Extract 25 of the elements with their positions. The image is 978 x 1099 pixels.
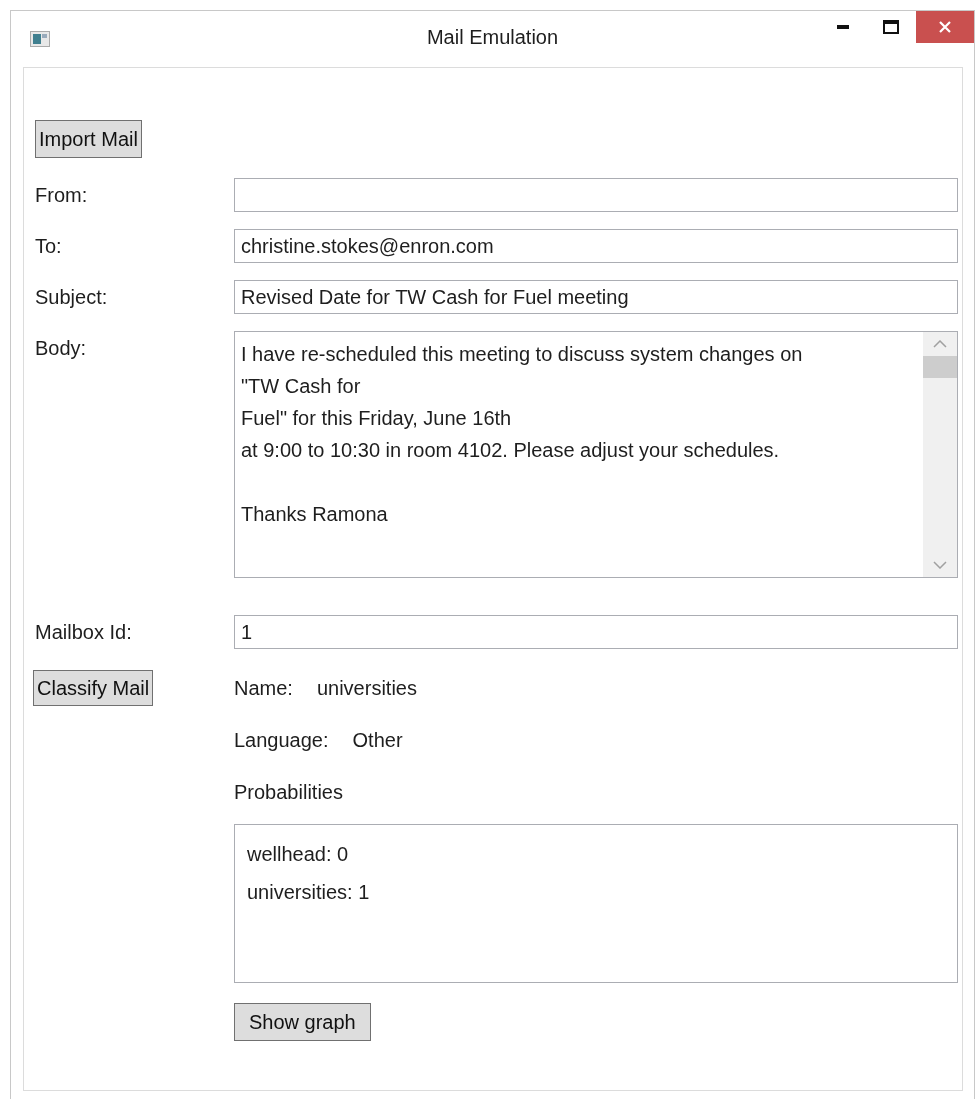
section-label: Probabilities (234, 780, 344, 805)
result-label: Name: (234, 676, 293, 700)
app-icon (30, 31, 50, 47)
input-field[interactable]: 1 (234, 615, 958, 649)
field-label: From: (35, 183, 89, 208)
classify-button[interactable]: Classify Mail (33, 670, 154, 706)
list-item[interactable]: universities: 1 (247, 873, 945, 911)
minimize-icon (837, 25, 849, 29)
input-field[interactable]: Revised Date for TW Cash for Fuel meeting (234, 280, 958, 314)
field-label: To: (35, 234, 63, 259)
close-button[interactable] (916, 11, 974, 43)
field-label: Subject: (35, 285, 109, 310)
window-title: Mail Emulation (426, 26, 559, 49)
import-button[interactable]: Import Mail (35, 120, 142, 158)
close-icon (938, 20, 952, 34)
input-field[interactable]: christine.stokes@enron.com (234, 229, 958, 263)
result-label: Language: (234, 728, 329, 752)
maximize-icon (883, 20, 899, 34)
show-graph-button[interactable]: Show graph (234, 1003, 371, 1041)
input-field[interactable] (234, 178, 958, 212)
list-item[interactable]: wellhead: 0 (247, 835, 945, 873)
result-value: Other (352, 728, 403, 752)
field-label: Mailbox Id: (35, 620, 133, 645)
result-value: universities (316, 676, 417, 700)
field-label: Body: (35, 336, 88, 361)
